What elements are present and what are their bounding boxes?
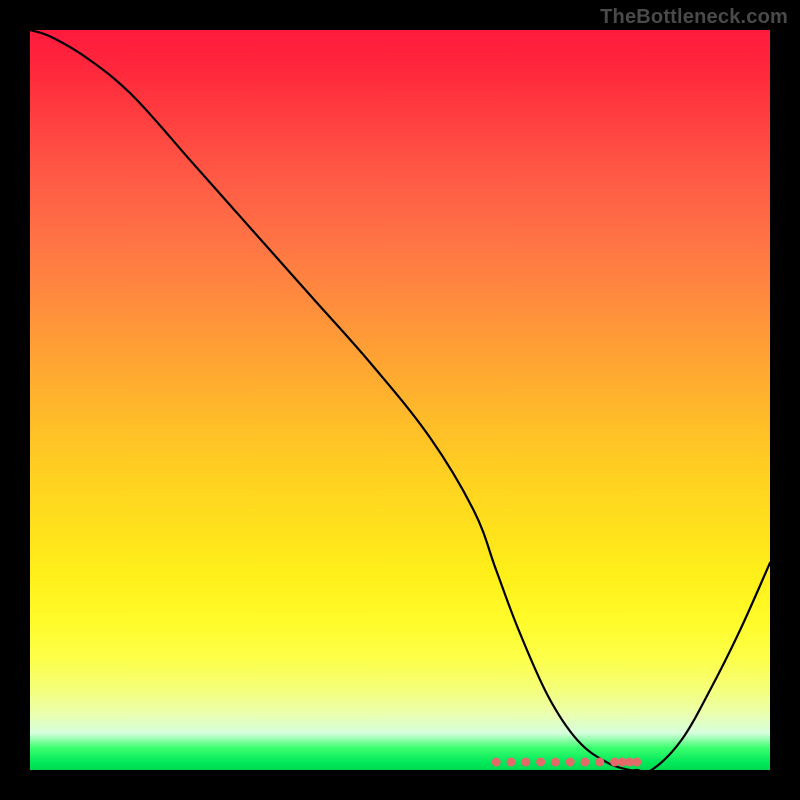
chart-container: TheBottleneck.com bbox=[0, 0, 800, 800]
minimum-marker bbox=[521, 758, 530, 767]
minimum-marker bbox=[595, 758, 604, 767]
minimum-marker bbox=[551, 758, 560, 767]
minimum-marker bbox=[632, 758, 641, 767]
minimum-marker bbox=[566, 758, 575, 767]
minimum-marker bbox=[492, 758, 501, 767]
minimum-markers-group bbox=[492, 758, 642, 767]
minimum-marker bbox=[536, 758, 545, 767]
plot-area bbox=[30, 30, 770, 770]
curve-path-group bbox=[30, 30, 770, 770]
chart-svg bbox=[30, 30, 770, 770]
minimum-marker bbox=[507, 758, 516, 767]
watermark-text: TheBottleneck.com bbox=[600, 6, 788, 29]
curve-path bbox=[30, 30, 770, 770]
minimum-marker bbox=[581, 758, 590, 767]
